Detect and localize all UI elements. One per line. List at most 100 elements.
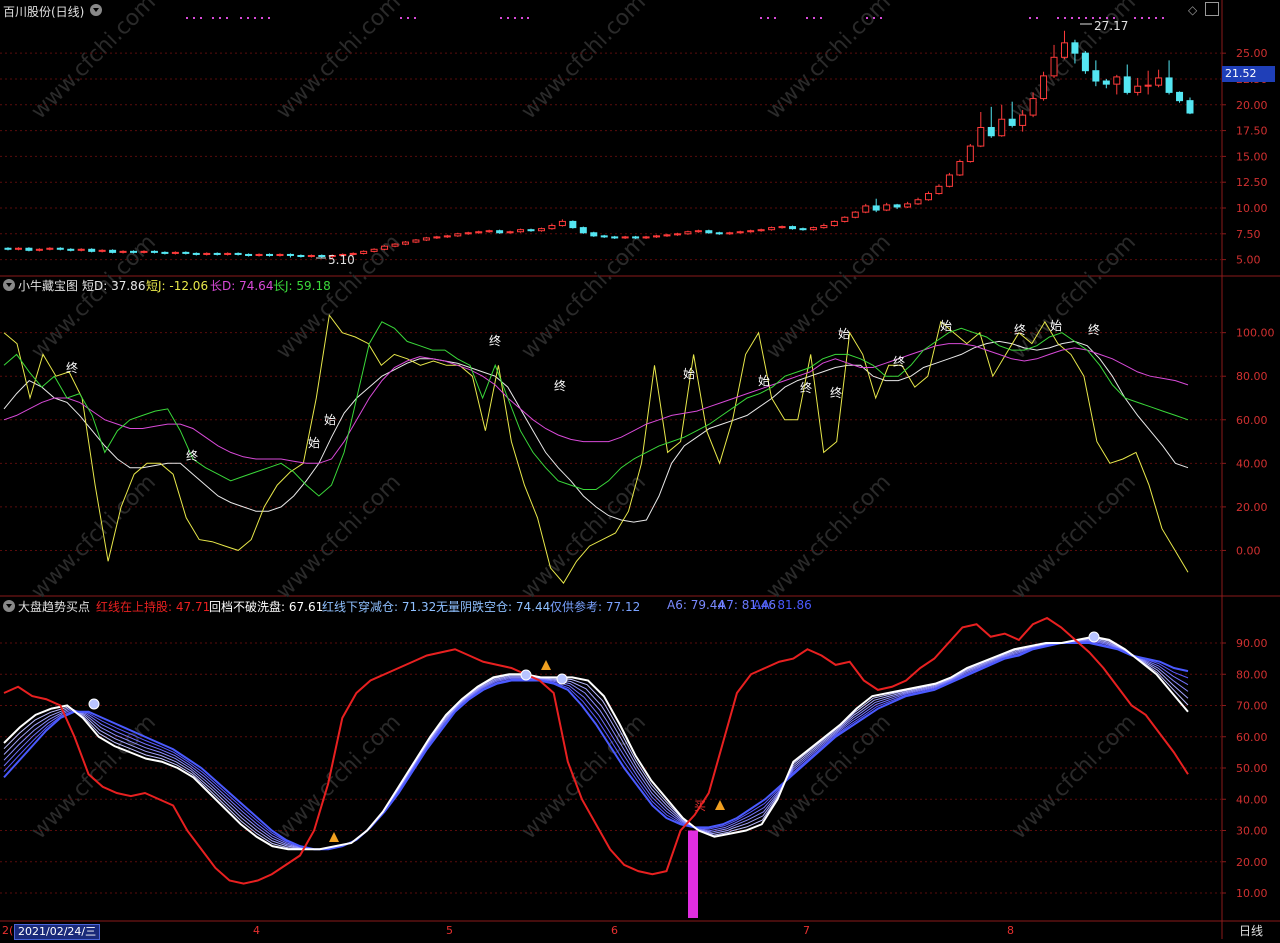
candle-body <box>684 231 692 235</box>
candle-body <box>621 236 629 239</box>
candle-body <box>1050 56 1058 77</box>
signal-dot <box>873 17 875 19</box>
signal-dot <box>219 17 221 19</box>
high-price-label: 27.17 <box>1094 19 1129 33</box>
candle-body <box>715 232 723 235</box>
signal-dot <box>527 17 529 19</box>
kdj-signal-marker: 终 <box>186 448 198 463</box>
trend-arrow-icon <box>329 832 339 842</box>
signal-dot <box>806 17 808 19</box>
signal-dot <box>254 17 256 19</box>
kdj-series-line <box>3 343 1189 464</box>
candle-body <box>590 232 598 237</box>
kdj-legend-0: 短D: 37.86 <box>82 279 146 293</box>
candle-body <box>705 230 713 234</box>
frequency-selector[interactable]: 日线 <box>1222 923 1280 939</box>
candle-body <box>904 203 912 208</box>
trend-signal-icon <box>88 698 100 710</box>
candle-body <box>1060 42 1068 58</box>
stock-title: 百川股份(日线) <box>3 5 85 19</box>
candle-body <box>297 254 305 258</box>
kdj-signal-marker: 始 <box>308 436 320 450</box>
signal-dot <box>240 17 242 19</box>
candle-body <box>506 231 514 234</box>
date-stub: 2( <box>2 924 14 937</box>
signal-dot <box>193 17 195 19</box>
candle-body <box>1029 98 1037 116</box>
watermark-text: www.cfchi.com <box>272 470 406 604</box>
kdj-axis-tick-label: 60.00 <box>1236 414 1268 427</box>
trend-white-line <box>3 635 1189 851</box>
candle-body <box>140 250 148 253</box>
buy-signal-label: 买 <box>694 799 707 813</box>
trend-axis-tick-label: 30.00 <box>1236 825 1268 838</box>
signal-dot <box>212 17 214 19</box>
trend-legend-5: A6: 79.44 <box>667 598 726 612</box>
signal-dot <box>1162 17 1164 19</box>
candle-body <box>1008 118 1016 126</box>
candle-body <box>862 205 870 213</box>
candle-body <box>161 251 169 254</box>
trend-legend-2: 红线下穿减仓: 71.32 <box>322 600 437 614</box>
collapse-icon[interactable] <box>3 279 15 291</box>
candle-body <box>443 235 451 238</box>
collapse-icon[interactable] <box>3 600 15 612</box>
kdj-signal-marker: 始 <box>683 367 695 381</box>
candle-body <box>736 231 744 234</box>
signal-dot <box>500 17 502 19</box>
candle-body <box>966 145 974 163</box>
kdj-signal-marker: 始 <box>1050 319 1062 333</box>
candle-body <box>182 251 190 254</box>
candle-body <box>109 249 117 253</box>
signal-dot <box>507 17 509 19</box>
selected-date[interactable]: 2021/02/24/三 <box>14 924 101 940</box>
signal-dot <box>767 17 769 19</box>
candle-body <box>809 227 817 231</box>
candle-body <box>694 230 702 233</box>
watermark-text: www.cfchi.com <box>272 0 406 124</box>
candle-body <box>977 126 985 147</box>
watermark-text: www.cfchi.com <box>517 0 651 124</box>
current-price-tag: 21.52 <box>1222 66 1275 82</box>
kdj-signal-marker: 终 <box>1088 322 1100 337</box>
candle-body <box>632 236 640 239</box>
signal-dot <box>247 17 249 19</box>
signal-dot <box>1078 17 1080 19</box>
signal-dot <box>1085 17 1087 19</box>
watermark-text: www.cfchi.com <box>1007 230 1141 364</box>
kdj-signal-marker: 始 <box>324 413 336 427</box>
candle-body <box>130 250 138 253</box>
signal-dot <box>400 17 402 19</box>
candle-body <box>914 199 922 205</box>
signal-dot <box>407 17 409 19</box>
kdj-series-line <box>3 340 1189 523</box>
candle-body <box>360 250 368 254</box>
trend-signal-icon <box>1088 631 1100 643</box>
candle-body <box>1081 52 1089 72</box>
buy-signal-bar <box>688 830 698 918</box>
watermark-text: www.cfchi.com <box>517 230 651 364</box>
candle-body <box>956 161 964 176</box>
candle-body <box>464 232 472 235</box>
kdj-signal-marker: 终 <box>800 380 812 395</box>
diamond-icon[interactable]: ◇ <box>1188 3 1197 17</box>
scroll-arrow-icon[interactable] <box>90 4 102 16</box>
kdj-signal-marker: 终 <box>554 378 566 393</box>
watermark-text: www.cfchi.com <box>762 470 896 604</box>
trend-ribbon-line <box>3 640 1189 850</box>
window-icon[interactable] <box>1205 2 1219 16</box>
price-axis-tick-label: 25.00 <box>1236 47 1268 60</box>
candle-body <box>851 211 859 218</box>
signal-dot <box>820 17 822 19</box>
month-4: 4 <box>253 924 260 937</box>
candle-body <box>401 241 409 245</box>
signal-dot <box>1134 17 1136 19</box>
candle-body <box>1144 84 1152 87</box>
candle-body <box>307 254 315 258</box>
trend-arrow-icon <box>541 660 551 670</box>
candle-body <box>433 236 441 239</box>
candle-body <box>255 253 263 256</box>
trend-axis-tick-label: 10.00 <box>1236 887 1268 900</box>
candle-body <box>1134 85 1142 93</box>
candle-body <box>924 193 932 201</box>
